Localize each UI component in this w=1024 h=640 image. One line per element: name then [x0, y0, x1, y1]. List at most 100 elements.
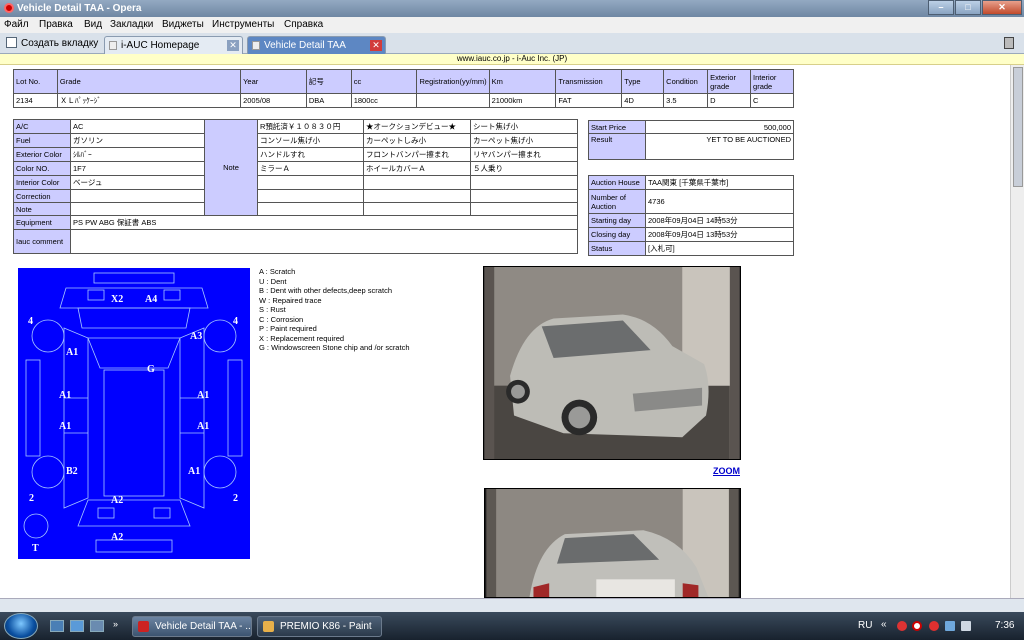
tab-label: i-AUC Homepage: [121, 40, 200, 51]
tab-vehicle-detail[interactable]: Vehicle Detail TAA ✕: [247, 36, 386, 54]
clock[interactable]: 7:36: [995, 620, 1014, 631]
tab-iauc-homepage[interactable]: i-AUC Homepage ✕: [104, 36, 243, 54]
quicklaunch-overflow-icon[interactable]: »: [113, 619, 118, 629]
lot-value-row: 2134 ＸＬﾊﾟｯｹｰｼﾞ 2005/08 DBA 1800cc 21000k…: [13, 93, 794, 108]
spec-row: A/C AC Note R預託済￥１０８３０円 ★オークションデビュー★ シート…: [13, 119, 578, 216]
window-titlebar[interactable]: Vehicle Detail TAA - Opera – □ ✕: [0, 0, 1024, 17]
legend-item: X : Replacement required: [259, 333, 345, 343]
spec-value: 1F7: [70, 161, 205, 176]
value-cell: FAT: [555, 93, 623, 108]
value-cell: 4D: [621, 93, 665, 108]
taskbar: » Vehicle Detail TAA - ... PREMIO K86 - …: [0, 612, 1024, 640]
zoom-link[interactable]: ZOOM: [713, 466, 740, 476]
maximize-button[interactable]: □: [955, 0, 981, 15]
damage-mark: X2: [111, 294, 123, 305]
show-desktop-icon[interactable]: [50, 620, 64, 632]
legend-item: G : Windowscreen Stone chip and /or scra…: [259, 343, 410, 352]
note-cell: ハンドルすれ: [257, 147, 364, 162]
task-label: PREMIO K86 - Paint: [280, 621, 372, 632]
page-favicon-icon: [109, 41, 117, 50]
result-value: YET TO BE AUCTIONED: [645, 133, 794, 160]
value-cell: C: [750, 93, 794, 108]
opera-icon: [138, 621, 149, 632]
note-cell: [470, 175, 578, 190]
menu-bookmarks[interactable]: Закладки: [110, 19, 153, 30]
lot-table: Lot No. Grade Year 記号 cc Registration(yy…: [13, 69, 794, 108]
damage-mark: A1: [66, 347, 78, 358]
spec-value: ベージュ: [70, 175, 205, 190]
note-cell: ★オークションデビュー★: [363, 119, 471, 134]
note-cell: [257, 202, 364, 216]
auction-row: Closing day 2008年09月04日 13時53分: [588, 227, 794, 242]
new-tab-button[interactable]: Создать вкладку: [6, 37, 98, 49]
system-tray: RU « 7:36: [855, 612, 1024, 640]
damage-mark: A1: [197, 390, 209, 401]
vertical-scrollbar[interactable]: [1010, 65, 1024, 598]
spec-value: [70, 189, 205, 203]
auction-row: Auction House TAA関東 [千葉県千葉市]: [588, 175, 794, 190]
tray-expand-icon[interactable]: «: [881, 619, 887, 630]
note-cell: [363, 202, 471, 216]
spec-label: Interior Color: [13, 175, 71, 190]
legend-item: P : Paint required: [259, 324, 317, 333]
damage-mark: A1: [59, 421, 71, 432]
value-cell: D: [707, 93, 752, 108]
header-cell: Lot No.: [13, 69, 58, 94]
language-indicator[interactable]: RU: [858, 620, 872, 631]
menu-widgets[interactable]: Виджеты: [162, 19, 204, 30]
auction-value: [入札可]: [645, 241, 794, 256]
menu-tools[interactable]: Инструменты: [212, 19, 274, 30]
volume-icon[interactable]: [961, 621, 971, 631]
spec-value: AC: [70, 119, 205, 134]
network-icon[interactable]: [945, 621, 955, 631]
page-favicon-icon: [252, 41, 260, 50]
minimize-button[interactable]: –: [928, 0, 954, 15]
diagram-background: [18, 268, 250, 559]
ie-icon[interactable]: [70, 620, 84, 632]
price-table: Start Price 500,000 Result YET TO BE AUC…: [588, 120, 794, 160]
note-cell: カーペット焦げ小: [470, 133, 578, 148]
auction-table: Auction House TAA関東 [千葉県千葉市] Number of A…: [588, 175, 794, 256]
menu-help[interactable]: Справка: [284, 19, 323, 30]
damage-mark: A2: [111, 495, 123, 506]
security-icon[interactable]: [897, 621, 907, 631]
close-tab-icon[interactable]: ✕: [370, 40, 382, 51]
start-button[interactable]: [4, 613, 38, 639]
task-label: Vehicle Detail TAA - ...: [155, 621, 252, 632]
menu-file[interactable]: Файл: [4, 19, 29, 30]
task-vehicle-detail[interactable]: Vehicle Detail TAA - ...: [132, 616, 252, 637]
lot-header-row: Lot No. Grade Year 記号 cc Registration(yy…: [13, 69, 794, 94]
switch-windows-icon[interactable]: [90, 620, 104, 632]
equipment-value: PS PW ABG 保証書 ABS: [70, 215, 578, 230]
menu-view[interactable]: Вид: [84, 19, 102, 30]
new-tab-icon: [6, 37, 17, 48]
paint-icon: [263, 621, 274, 632]
vehicle-photo-rear[interactable]: [484, 488, 741, 598]
vehicle-photo-front[interactable]: [483, 266, 741, 460]
spec-label: Correction: [13, 189, 71, 203]
auction-value: TAA関東 [千葉県千葉市]: [645, 175, 794, 190]
close-tab-icon[interactable]: ✕: [227, 40, 239, 51]
auction-row: Starting day 2008年09月04日 14時53分: [588, 213, 794, 228]
value-cell: [416, 93, 490, 108]
damage-mark: A3: [190, 331, 202, 342]
header-cell: Interior grade: [750, 69, 794, 94]
spec-label: Color NO.: [13, 161, 71, 176]
comment-value: [70, 229, 578, 254]
spec-value: [70, 202, 205, 216]
legend-item: C : Corrosion: [259, 314, 304, 324]
trash-icon[interactable]: [1004, 37, 1014, 49]
update-icon[interactable]: [929, 621, 939, 631]
auction-value: 2008年09月04日 14時53分: [645, 213, 794, 228]
antivirus-icon[interactable]: [912, 621, 922, 631]
close-window-button[interactable]: ✕: [982, 0, 1022, 15]
spec-table: A/C AC Note R預託済￥１０８３０円 ★オークションデビュー★ シート…: [13, 119, 578, 254]
scrollbar-thumb[interactable]: [1013, 67, 1023, 187]
damage-mark: 2: [233, 493, 238, 504]
start-price-value: 500,000: [645, 120, 794, 134]
auction-value: 2008年09月04日 13時53分: [645, 227, 794, 242]
task-paint[interactable]: PREMIO K86 - Paint: [257, 616, 382, 637]
menu-edit[interactable]: Правка: [39, 19, 73, 30]
spec-row: Interior Color ベージュ: [13, 175, 578, 190]
result-label: Result: [588, 133, 646, 160]
